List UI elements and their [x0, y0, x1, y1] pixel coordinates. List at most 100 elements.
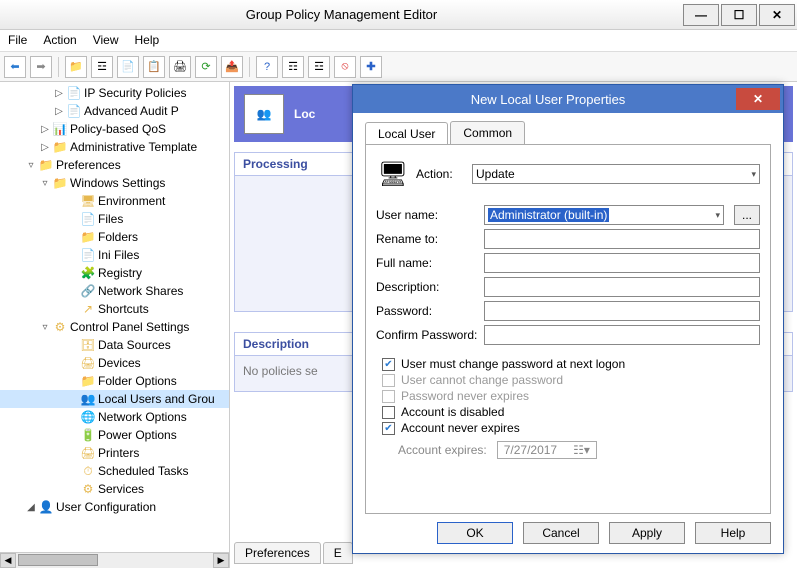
- tree-item[interactable]: 📄Ini Files: [0, 246, 229, 264]
- tree-item-icon: ⚙: [80, 481, 96, 497]
- username-select[interactable]: Administrator (built-in) ▾: [484, 205, 724, 225]
- tree-item[interactable]: ↗Shortcuts: [0, 300, 229, 318]
- tree-item[interactable]: ⚙Services: [0, 480, 229, 498]
- print-button[interactable]: 🖨: [169, 56, 191, 78]
- dialog-close-button[interactable]: ✕: [736, 88, 780, 110]
- expand-icon[interactable]: ▿: [40, 178, 50, 189]
- tree-item-label: Preferences: [56, 158, 121, 172]
- menu-view[interactable]: View: [93, 33, 119, 48]
- scroll-track[interactable]: [16, 553, 213, 568]
- tree-horizontal-scrollbar[interactable]: ◀ ▶: [0, 552, 229, 568]
- tab-common[interactable]: Common: [450, 121, 525, 144]
- add-button[interactable]: ✚: [360, 56, 382, 78]
- username-value: Administrator (built-in): [488, 208, 609, 222]
- tree-item[interactable]: 🗄Data Sources: [0, 336, 229, 354]
- tree-item-label: Shortcuts: [98, 302, 149, 316]
- tree-item-label: Administrative Template: [70, 140, 197, 154]
- tree-item[interactable]: ▷📄Advanced Audit P: [0, 102, 229, 120]
- tree-item[interactable]: ▷📁Administrative Template: [0, 138, 229, 156]
- cancel-button[interactable]: Cancel: [523, 522, 599, 544]
- toolbar-separator: [249, 57, 250, 77]
- ok-button[interactable]: OK: [437, 522, 513, 544]
- expand-icon[interactable]: ▿: [40, 322, 50, 333]
- export-button[interactable]: 📤: [221, 56, 243, 78]
- apply-button[interactable]: Apply: [609, 522, 685, 544]
- scroll-left-button[interactable]: ◀: [0, 553, 16, 568]
- window-close-button[interactable]: [759, 4, 795, 26]
- tree-item[interactable]: 🔋Power Options: [0, 426, 229, 444]
- options-button[interactable]: ☲: [308, 56, 330, 78]
- tree-item[interactable]: ▿📁Windows Settings: [0, 174, 229, 192]
- fullname-input[interactable]: [484, 253, 760, 273]
- window-minimize-button[interactable]: [683, 4, 719, 26]
- tree-item[interactable]: 👥Local Users and Grou: [0, 390, 229, 408]
- tree-item[interactable]: ▷📄IP Security Policies: [0, 84, 229, 102]
- tree-item[interactable]: 🖨Devices: [0, 354, 229, 372]
- rename-input[interactable]: [484, 229, 760, 249]
- tree-item[interactable]: ▿⚙Control Panel Settings: [0, 318, 229, 336]
- expand-icon[interactable]: ◢: [26, 502, 36, 513]
- scroll-right-button[interactable]: ▶: [213, 553, 229, 568]
- menu-action[interactable]: Action: [43, 33, 76, 48]
- tree-item[interactable]: ▷📊Policy-based QoS: [0, 120, 229, 138]
- expand-icon[interactable]: ▷: [54, 88, 64, 99]
- tree-item[interactable]: 📁Folders: [0, 228, 229, 246]
- tree-item[interactable]: 🖥Environment: [0, 192, 229, 210]
- refresh-button[interactable]: ⟳: [195, 56, 217, 78]
- help-button[interactable]: ?: [256, 56, 278, 78]
- window-maximize-button[interactable]: [721, 4, 757, 26]
- action-select[interactable]: Update ▾: [472, 164, 760, 184]
- confirm-password-input[interactable]: [484, 325, 760, 345]
- up-button[interactable]: 📁: [65, 56, 87, 78]
- tree-item-label: Network Options: [98, 410, 187, 424]
- show-hide-tree-button[interactable]: ☲: [91, 56, 113, 78]
- account-never-expires-checkbox[interactable]: ✔Account never expires: [382, 421, 760, 435]
- tree-item-icon: 🌐: [80, 409, 96, 425]
- tree-item[interactable]: 🧩Registry: [0, 264, 229, 282]
- banner-label: Loc: [294, 107, 315, 121]
- expand-icon[interactable]: ▷: [40, 124, 50, 135]
- stop-button[interactable]: ⦸: [334, 56, 356, 78]
- menu-file[interactable]: File: [8, 33, 27, 48]
- tab-extended[interactable]: E: [323, 542, 353, 564]
- tree-pane[interactable]: ▷📄IP Security Policies▷📄Advanced Audit P…: [0, 82, 230, 568]
- tree-item-icon: 👤: [38, 499, 54, 515]
- action-label: Action:: [416, 167, 466, 181]
- tree-item[interactable]: ▿📁Preferences: [0, 156, 229, 174]
- tree-item[interactable]: 🖨Printers: [0, 444, 229, 462]
- help-button[interactable]: Help: [695, 522, 771, 544]
- tree-item[interactable]: ⏱Scheduled Tasks: [0, 462, 229, 480]
- dialog-tabs: Local User Common: [365, 121, 783, 144]
- tree-item-icon: 📁: [80, 229, 96, 245]
- expand-icon[interactable]: ▿: [26, 160, 36, 171]
- forward-button[interactable]: ➡: [30, 56, 52, 78]
- scroll-thumb[interactable]: [18, 554, 98, 566]
- tree-item[interactable]: 🔗Network Shares: [0, 282, 229, 300]
- tab-local-user[interactable]: Local User: [365, 122, 448, 145]
- tree-item-label: Data Sources: [98, 338, 171, 352]
- properties-button[interactable]: ☶: [282, 56, 304, 78]
- tab-preferences[interactable]: Preferences: [234, 542, 321, 564]
- browse-button[interactable]: ...: [734, 205, 760, 225]
- calendar-icon: ☷▾: [573, 443, 590, 457]
- chevron-down-icon: ▾: [751, 169, 756, 180]
- expand-icon[interactable]: ▷: [54, 106, 64, 117]
- password-input[interactable]: [484, 301, 760, 321]
- back-button[interactable]: ⬅: [4, 56, 26, 78]
- description-input[interactable]: [484, 277, 760, 297]
- tree-item-label: Services: [98, 482, 144, 496]
- dialog-titlebar[interactable]: New Local User Properties ✕: [353, 85, 783, 113]
- paste-button[interactable]: 📋: [143, 56, 165, 78]
- menu-help[interactable]: Help: [135, 33, 160, 48]
- tree-item[interactable]: 📁Folder Options: [0, 372, 229, 390]
- tree-item-icon: 📄: [80, 247, 96, 263]
- tree-item[interactable]: 📄Files: [0, 210, 229, 228]
- tree-item-icon: 📄: [66, 103, 82, 119]
- account-disabled-checkbox[interactable]: Account is disabled: [382, 405, 760, 419]
- tree-item[interactable]: 🌐Network Options: [0, 408, 229, 426]
- expand-icon[interactable]: ▷: [40, 142, 50, 153]
- tree-item[interactable]: ◢👤User Configuration: [0, 498, 229, 516]
- account-expires-row: Account expires: 7/27/2017 ☷▾: [398, 441, 760, 459]
- must-change-checkbox[interactable]: ✔User must change password at next logon: [382, 357, 760, 371]
- copy-button[interactable]: 📄: [117, 56, 139, 78]
